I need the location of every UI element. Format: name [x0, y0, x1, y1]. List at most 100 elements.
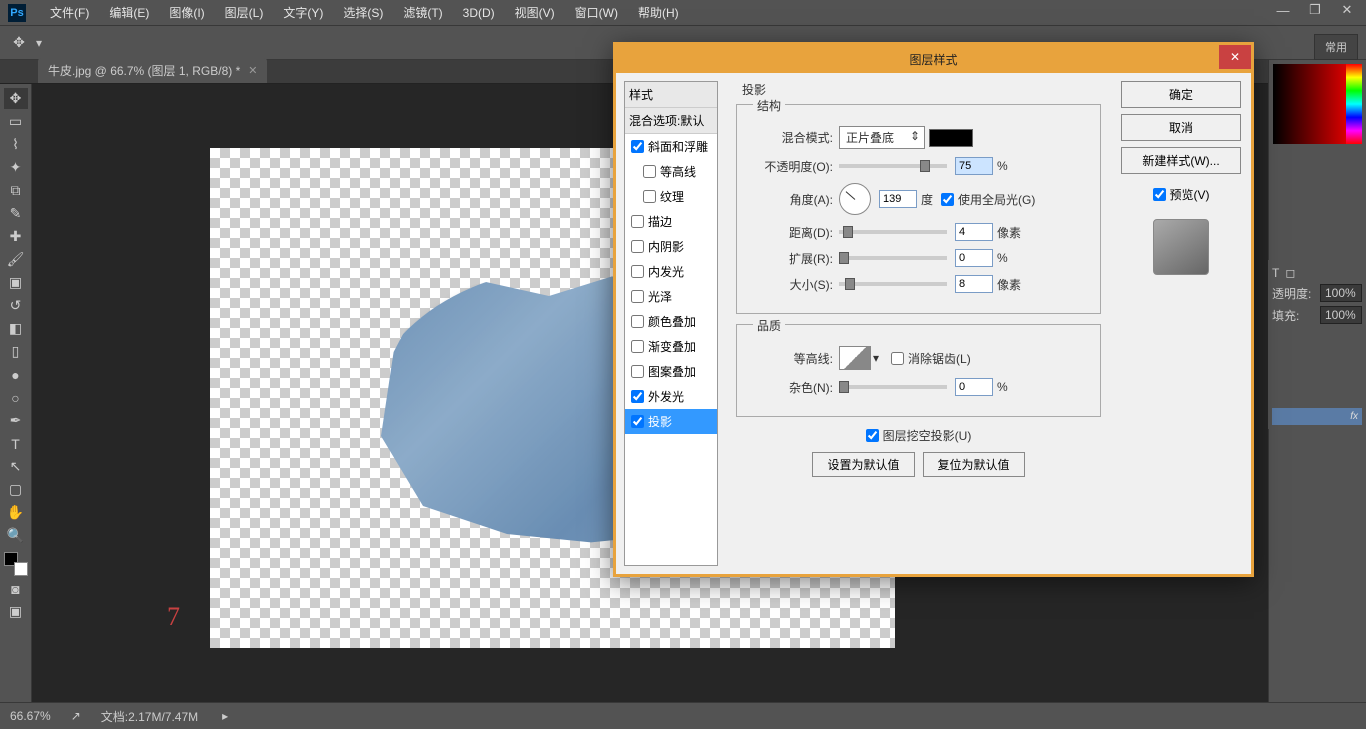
- gradient-tool[interactable]: ▯: [4, 341, 28, 362]
- blend-options-item[interactable]: 混合选项:默认: [625, 108, 717, 134]
- menu-image[interactable]: 图像(I): [159, 0, 214, 25]
- workspace-switcher[interactable]: 常用: [1314, 34, 1358, 60]
- window-minimize[interactable]: —: [1269, 0, 1297, 20]
- zoom-display[interactable]: 66.67%: [10, 709, 51, 723]
- doc-info-arrow[interactable]: ▸: [222, 709, 228, 723]
- style-drop-shadow[interactable]: 投影: [625, 409, 717, 434]
- stroke-checkbox[interactable]: [631, 215, 644, 228]
- pen-tool[interactable]: ✒: [4, 410, 28, 431]
- opacity-input[interactable]: [955, 157, 993, 175]
- size-slider[interactable]: [839, 282, 947, 286]
- color-overlay-checkbox[interactable]: [631, 315, 644, 328]
- window-restore[interactable]: ❐: [1301, 0, 1329, 20]
- drop-shadow-checkbox[interactable]: [631, 415, 644, 428]
- global-light-checkbox[interactable]: [941, 193, 954, 206]
- opacity-value[interactable]: 100%: [1320, 284, 1362, 302]
- angle-dial[interactable]: [839, 183, 871, 215]
- eraser-tool[interactable]: ◧: [4, 318, 28, 339]
- knockout-checkbox[interactable]: [866, 429, 879, 442]
- angle-input[interactable]: [879, 190, 917, 208]
- distance-input[interactable]: [955, 223, 993, 241]
- dialog-titlebar[interactable]: 图层样式 ✕: [616, 45, 1251, 73]
- type-icon[interactable]: T: [1272, 266, 1279, 280]
- path-tool[interactable]: ↖: [4, 456, 28, 477]
- inner-shadow-checkbox[interactable]: [631, 240, 644, 253]
- dialog-close-button[interactable]: ✕: [1219, 45, 1251, 69]
- style-stroke[interactable]: 描边: [625, 209, 717, 234]
- style-texture[interactable]: 纹理: [625, 184, 717, 209]
- blur-tool[interactable]: ●: [4, 364, 28, 385]
- wand-tool[interactable]: ✦: [4, 157, 28, 178]
- menu-help[interactable]: 帮助(H): [628, 0, 689, 25]
- style-outer-glow[interactable]: 外发光: [625, 384, 717, 409]
- style-satin[interactable]: 光泽: [625, 284, 717, 309]
- menu-layer[interactable]: 图层(L): [215, 0, 274, 25]
- dodge-tool[interactable]: ○: [4, 387, 28, 408]
- bevel-checkbox[interactable]: [631, 140, 644, 153]
- pattern-overlay-checkbox[interactable]: [631, 365, 644, 378]
- noise-input[interactable]: [955, 378, 993, 396]
- layer-row-active[interactable]: fx: [1272, 408, 1362, 425]
- make-default-button[interactable]: 设置为默认值: [812, 452, 914, 477]
- style-gradient-overlay[interactable]: 渐变叠加: [625, 334, 717, 359]
- spread-slider[interactable]: [839, 256, 947, 260]
- menu-edit[interactable]: 编辑(E): [99, 0, 159, 25]
- marquee-tool[interactable]: ▭: [4, 111, 28, 132]
- menu-3d[interactable]: 3D(D): [453, 2, 505, 24]
- contour-picker[interactable]: [839, 346, 871, 370]
- eyedropper-tool[interactable]: ✎: [4, 203, 28, 224]
- hue-slider[interactable]: [1346, 64, 1362, 144]
- satin-checkbox[interactable]: [631, 290, 644, 303]
- shape-tool[interactable]: ▢: [4, 479, 28, 500]
- style-inner-glow[interactable]: 内发光: [625, 259, 717, 284]
- share-icon[interactable]: ↗: [71, 709, 81, 723]
- document-tab[interactable]: 牛皮.jpg @ 66.7% (图层 1, RGB/8) * ✕: [38, 58, 267, 83]
- healing-tool[interactable]: ✚: [4, 226, 28, 247]
- transform-icon[interactable]: ◻: [1285, 266, 1295, 280]
- crop-tool[interactable]: ⧉: [4, 180, 28, 201]
- style-bevel[interactable]: 斜面和浮雕: [625, 134, 717, 159]
- style-color-overlay[interactable]: 颜色叠加: [625, 309, 717, 334]
- size-input[interactable]: [955, 275, 993, 293]
- menu-type[interactable]: 文字(Y): [273, 0, 333, 25]
- move-tool[interactable]: ✥: [4, 88, 28, 109]
- color-panel[interactable]: [1269, 60, 1366, 180]
- inner-glow-checkbox[interactable]: [631, 265, 644, 278]
- contour-checkbox[interactable]: [643, 165, 656, 178]
- color-swatches[interactable]: [4, 552, 28, 576]
- antialias-checkbox[interactable]: [891, 352, 904, 365]
- hand-tool[interactable]: ✋: [4, 502, 28, 523]
- stamp-tool[interactable]: ▣: [4, 272, 28, 293]
- history-brush-tool[interactable]: ↺: [4, 295, 28, 316]
- tab-close-icon[interactable]: ✕: [248, 64, 257, 77]
- distance-slider[interactable]: [839, 230, 947, 234]
- brush-tool[interactable]: 🖌: [4, 249, 28, 270]
- texture-checkbox[interactable]: [643, 190, 656, 203]
- screenmode-tool[interactable]: ▣: [4, 601, 28, 622]
- zoom-tool[interactable]: 🔍: [4, 525, 28, 546]
- cancel-button[interactable]: 取消: [1121, 114, 1241, 141]
- menu-filter[interactable]: 滤镜(T): [393, 0, 452, 25]
- outer-glow-checkbox[interactable]: [631, 390, 644, 403]
- lasso-tool[interactable]: ⌇: [4, 134, 28, 155]
- noise-slider[interactable]: [839, 385, 947, 389]
- menu-view[interactable]: 视图(V): [505, 0, 565, 25]
- fill-value[interactable]: 100%: [1320, 306, 1362, 324]
- style-pattern-overlay[interactable]: 图案叠加: [625, 359, 717, 384]
- shadow-color-chip[interactable]: [929, 129, 973, 147]
- window-close[interactable]: ✕: [1333, 0, 1361, 20]
- style-inner-shadow[interactable]: 内阴影: [625, 234, 717, 259]
- quickmask-tool[interactable]: ◙: [4, 578, 28, 599]
- preview-checkbox[interactable]: [1153, 188, 1166, 201]
- ok-button[interactable]: 确定: [1121, 81, 1241, 108]
- menu-select[interactable]: 选择(S): [333, 0, 393, 25]
- spread-input[interactable]: [955, 249, 993, 267]
- text-tool[interactable]: T: [4, 433, 28, 454]
- reset-default-button[interactable]: 复位为默认值: [923, 452, 1025, 477]
- style-contour[interactable]: 等高线: [625, 159, 717, 184]
- blend-mode-dropdown[interactable]: 正片叠底⇕: [839, 126, 925, 149]
- menu-window[interactable]: 窗口(W): [565, 0, 628, 25]
- gradient-overlay-checkbox[interactable]: [631, 340, 644, 353]
- opacity-slider[interactable]: [839, 164, 947, 168]
- menu-file[interactable]: 文件(F): [40, 0, 99, 25]
